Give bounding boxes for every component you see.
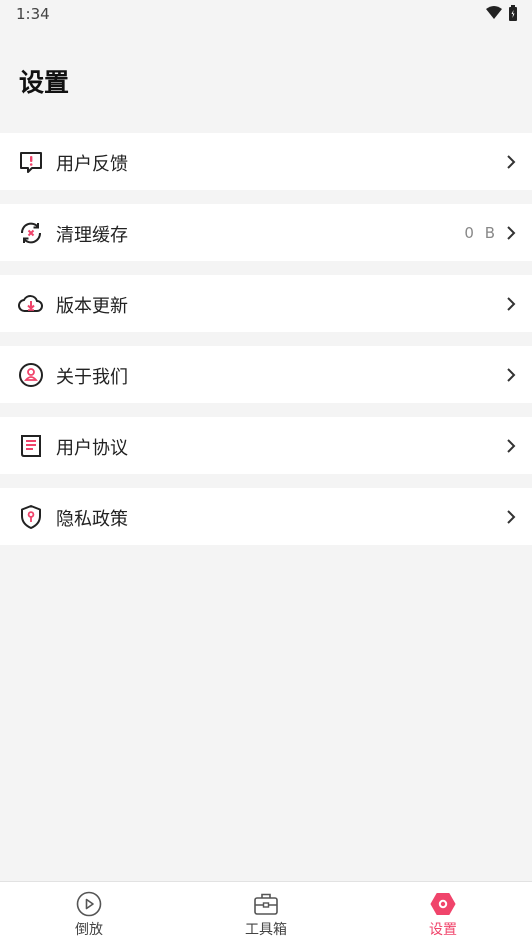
tab-settings[interactable]: 设置 — [383, 882, 503, 945]
bottom-tab-bar: 倒放 工具箱 设置 — [0, 881, 532, 945]
chevron-right-icon — [507, 439, 516, 453]
menu-item-label: 关于我们 — [56, 367, 128, 388]
cloud-download-icon — [18, 295, 43, 312]
menu-item-user-agreement[interactable]: 用户协议 — [0, 417, 532, 474]
wifi-icon — [486, 6, 502, 19]
play-circle-icon — [76, 891, 102, 917]
menu-item-feedback[interactable]: 用户反馈 — [0, 133, 532, 190]
settings-hex-icon — [430, 893, 456, 915]
document-icon — [21, 435, 41, 457]
chevron-right-icon — [507, 368, 516, 382]
shield-icon — [21, 505, 41, 529]
tab-label: 工具箱 — [245, 922, 287, 938]
status-icons — [486, 5, 518, 21]
menu-item-label: 隐私政策 — [56, 509, 128, 530]
status-bar: 1:34 — [0, 0, 532, 28]
status-time: 1:34 — [16, 5, 50, 23]
cache-size-value: 0 B — [464, 224, 498, 242]
chevron-right-icon — [507, 226, 516, 240]
menu-item-label: 用户反馈 — [56, 154, 128, 175]
menu-item-version-update[interactable]: 版本更新 — [0, 275, 532, 332]
cache-clear-icon — [20, 222, 42, 244]
tab-label: 设置 — [429, 922, 457, 938]
chevron-right-icon — [507, 297, 516, 311]
menu-item-label: 版本更新 — [56, 296, 128, 317]
menu-item-privacy-policy[interactable]: 隐私政策 — [0, 488, 532, 545]
chevron-right-icon — [507, 510, 516, 524]
feedback-icon — [20, 152, 42, 173]
chevron-right-icon — [507, 155, 516, 169]
person-icon — [19, 363, 43, 387]
battery-icon — [509, 5, 517, 21]
tab-toolbox[interactable]: 工具箱 — [206, 882, 326, 945]
menu-item-label: 用户协议 — [56, 438, 128, 459]
toolbox-icon — [254, 893, 278, 915]
tab-reverse[interactable]: 倒放 — [29, 882, 149, 945]
menu-item-clear-cache[interactable]: 清理缓存 0 B — [0, 204, 532, 261]
menu-item-label: 清理缓存 — [56, 225, 128, 246]
settings-menu: 用户反馈 清理缓存 0 B 版本更新 关于我们 用户协议 隐私政策 — [0, 133, 532, 559]
menu-item-about-us[interactable]: 关于我们 — [0, 346, 532, 403]
page-title: 设置 — [19, 68, 70, 97]
tab-label: 倒放 — [75, 922, 103, 938]
